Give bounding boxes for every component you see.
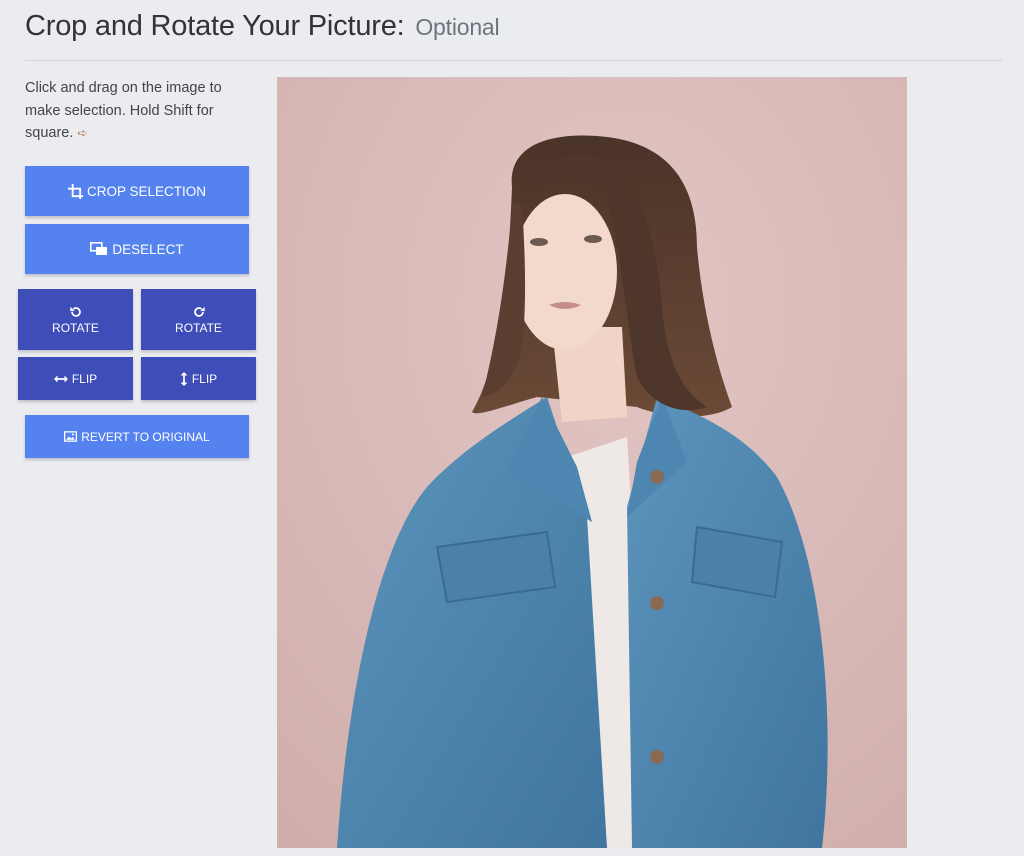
- page-title: Crop and Rotate Your Picture: Optional: [25, 10, 500, 43]
- revert-label: REVERT TO ORIGINAL: [81, 429, 210, 444]
- revert-to-original-button[interactable]: REVERT TO ORIGINAL: [25, 415, 249, 458]
- arrow-right-icon: ➪: [77, 126, 88, 140]
- rotate-right-button[interactable]: ROTATE: [141, 289, 256, 350]
- flip-vertical-button[interactable]: FLIP: [141, 357, 256, 400]
- portrait-photo: [277, 77, 907, 848]
- page-title-text: Crop and Rotate Your Picture:: [25, 10, 405, 42]
- arrows-vertical-icon: [180, 371, 188, 386]
- image-icon: [64, 431, 78, 442]
- deselect-button[interactable]: DESELECT: [25, 224, 249, 274]
- flip-vertical-label: FLIP: [191, 371, 218, 386]
- crop-icon: [67, 183, 83, 199]
- arrows-horizontal-icon: [53, 374, 68, 384]
- crop-selection-button[interactable]: CROP SELECTION: [25, 166, 249, 216]
- page-subtitle: Optional: [415, 14, 500, 40]
- deselect-label: DESELECT: [112, 241, 184, 257]
- instructions: Click and drag on the image to make sele…: [25, 77, 240, 145]
- rotate-left-label: ROTATE: [52, 320, 99, 335]
- crop-selection-label: CROP SELECTION: [86, 183, 207, 199]
- deselect-icon: [90, 242, 108, 256]
- rotate-left-button[interactable]: ROTATE: [18, 289, 133, 350]
- flip-horizontal-label: FLIP: [71, 371, 98, 386]
- instructions-text: Click and drag on the image to make sele…: [25, 80, 222, 141]
- rotate-left-icon: [69, 305, 83, 319]
- rotate-right-icon: [192, 305, 206, 319]
- crop-image[interactable]: [277, 77, 907, 848]
- header-divider: [25, 60, 1002, 61]
- rotate-right-label: ROTATE: [175, 320, 222, 335]
- flip-horizontal-button[interactable]: FLIP: [18, 357, 133, 400]
